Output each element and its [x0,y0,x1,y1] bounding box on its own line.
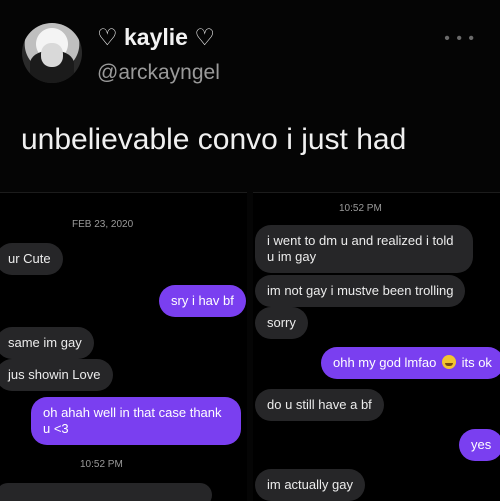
message-bubble-outgoing: ohh my god lmfao its ok [321,347,500,379]
message-bubble-incoming: sorry [255,307,308,339]
right-chat-screenshot: 10:52 PM i went to dm u and realized i t… [253,192,500,501]
message-text: its ok [461,355,492,370]
message-bubble-incoming: im actually gay [255,469,365,501]
message-bubble-outgoing: sry i hav bf [159,285,246,317]
left-chat-screenshot: FEB 23, 2020 ur Cute sry i hav bf same i… [0,192,247,501]
message-bubble-incoming: same im gay [0,327,94,359]
avatar[interactable] [22,23,82,83]
message-bubble-incoming: jus showin Love [0,359,113,391]
chat-timestamp: 10:52 PM [339,203,382,214]
tweet-header: ♡ kaylie ♡ @arckayngel • • • unbelievabl… [0,0,500,190]
message-bubble-incoming: do u still have a bf [255,389,384,421]
message-bubble-incoming: i went to dm u and realized i told u im … [255,225,473,273]
message-bubble-outgoing: yes [459,429,500,461]
more-dots-icon[interactable]: • • • [444,30,475,48]
tweet-text: unbelievable convo i just had [21,123,407,156]
chat-date: FEB 23, 2020 [72,219,134,230]
grinning-sweat-emoji-icon [441,355,456,369]
display-name[interactable]: ♡ kaylie ♡ [97,24,215,51]
message-bubble-outgoing: oh ahah well in that case thank u <3 [31,397,241,445]
message-bubble-incoming-partial [0,483,212,501]
message-text: ohh my god lmfao [333,355,437,370]
user-handle[interactable]: @arckayngel [97,61,220,85]
message-bubble-incoming: ur Cute [0,243,63,275]
chat-timestamp: 10:52 PM [80,459,123,470]
message-bubble-incoming: im not gay i mustve been trolling [255,275,466,307]
